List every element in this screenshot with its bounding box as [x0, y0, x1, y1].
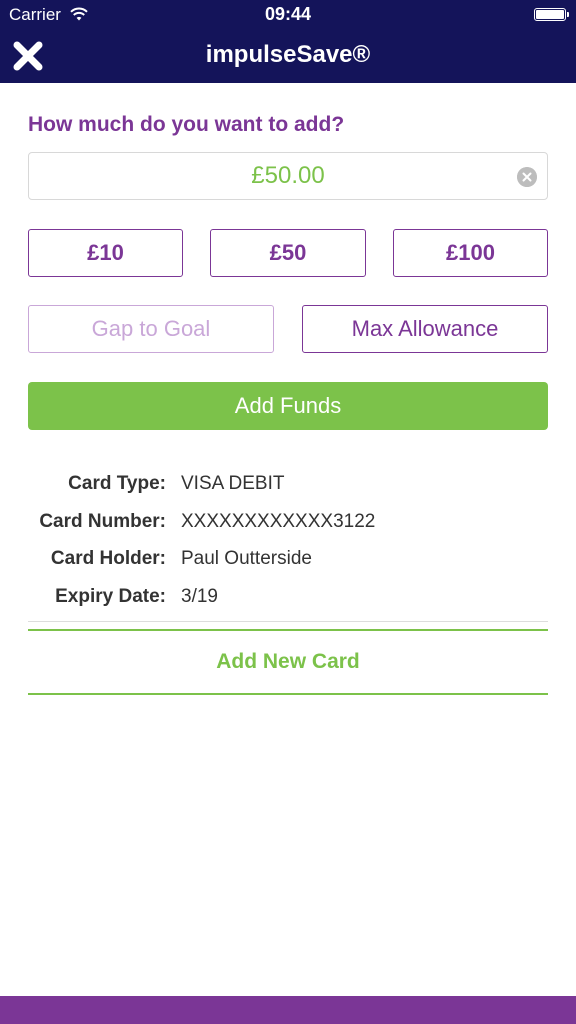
card-holder-label: Card Holder: [50, 548, 166, 569]
card-number-value: XXXXXXXXXXXX3122 [181, 511, 376, 532]
gap-to-goal-button[interactable]: Gap to Goal [28, 305, 274, 353]
card-type-row: Card Type: VISA DEBIT [0, 473, 576, 503]
card-type-value: VISA DEBIT [181, 473, 285, 494]
quick-amount-10-button[interactable]: £10 [28, 229, 183, 277]
card-number-label: Card Number: [39, 511, 166, 532]
clear-icon[interactable] [517, 167, 537, 187]
quick-amount-50-button[interactable]: £50 [210, 229, 366, 277]
amount-field [28, 152, 548, 200]
bottom-bar [0, 996, 576, 1024]
page-title: impulseSave® [205, 41, 371, 68]
card-holder-value: Paul Outterside [181, 548, 312, 569]
amount-question: How much do you want to add? [28, 113, 345, 136]
battery-icon [534, 8, 569, 21]
add-card-bottom-divider [28, 693, 548, 695]
add-funds-button[interactable]: Add Funds [28, 382, 548, 430]
expiry-date-row: Expiry Date: 3/19 [0, 586, 576, 616]
card-divider [28, 621, 548, 622]
status-time: 09:44 [264, 4, 312, 24]
card-number-row: Card Number: XXXXXXXXXXXX3122 [0, 511, 576, 541]
amount-input[interactable] [29, 153, 547, 199]
expiry-date-value: 3/19 [181, 586, 218, 607]
card-holder-row: Card Holder: Paul Outterside [0, 548, 576, 578]
status-bar: Carrier 09:44 [0, 0, 576, 28]
add-card-top-divider [28, 629, 548, 631]
nav-bar: impulseSave® [0, 28, 576, 83]
card-type-label: Card Type: [68, 473, 166, 494]
expiry-date-label: Expiry Date: [55, 586, 166, 607]
quick-amount-100-button[interactable]: £100 [393, 229, 548, 277]
add-new-card-button[interactable]: Add New Card [28, 640, 548, 684]
max-allowance-button[interactable]: Max Allowance [302, 305, 548, 353]
